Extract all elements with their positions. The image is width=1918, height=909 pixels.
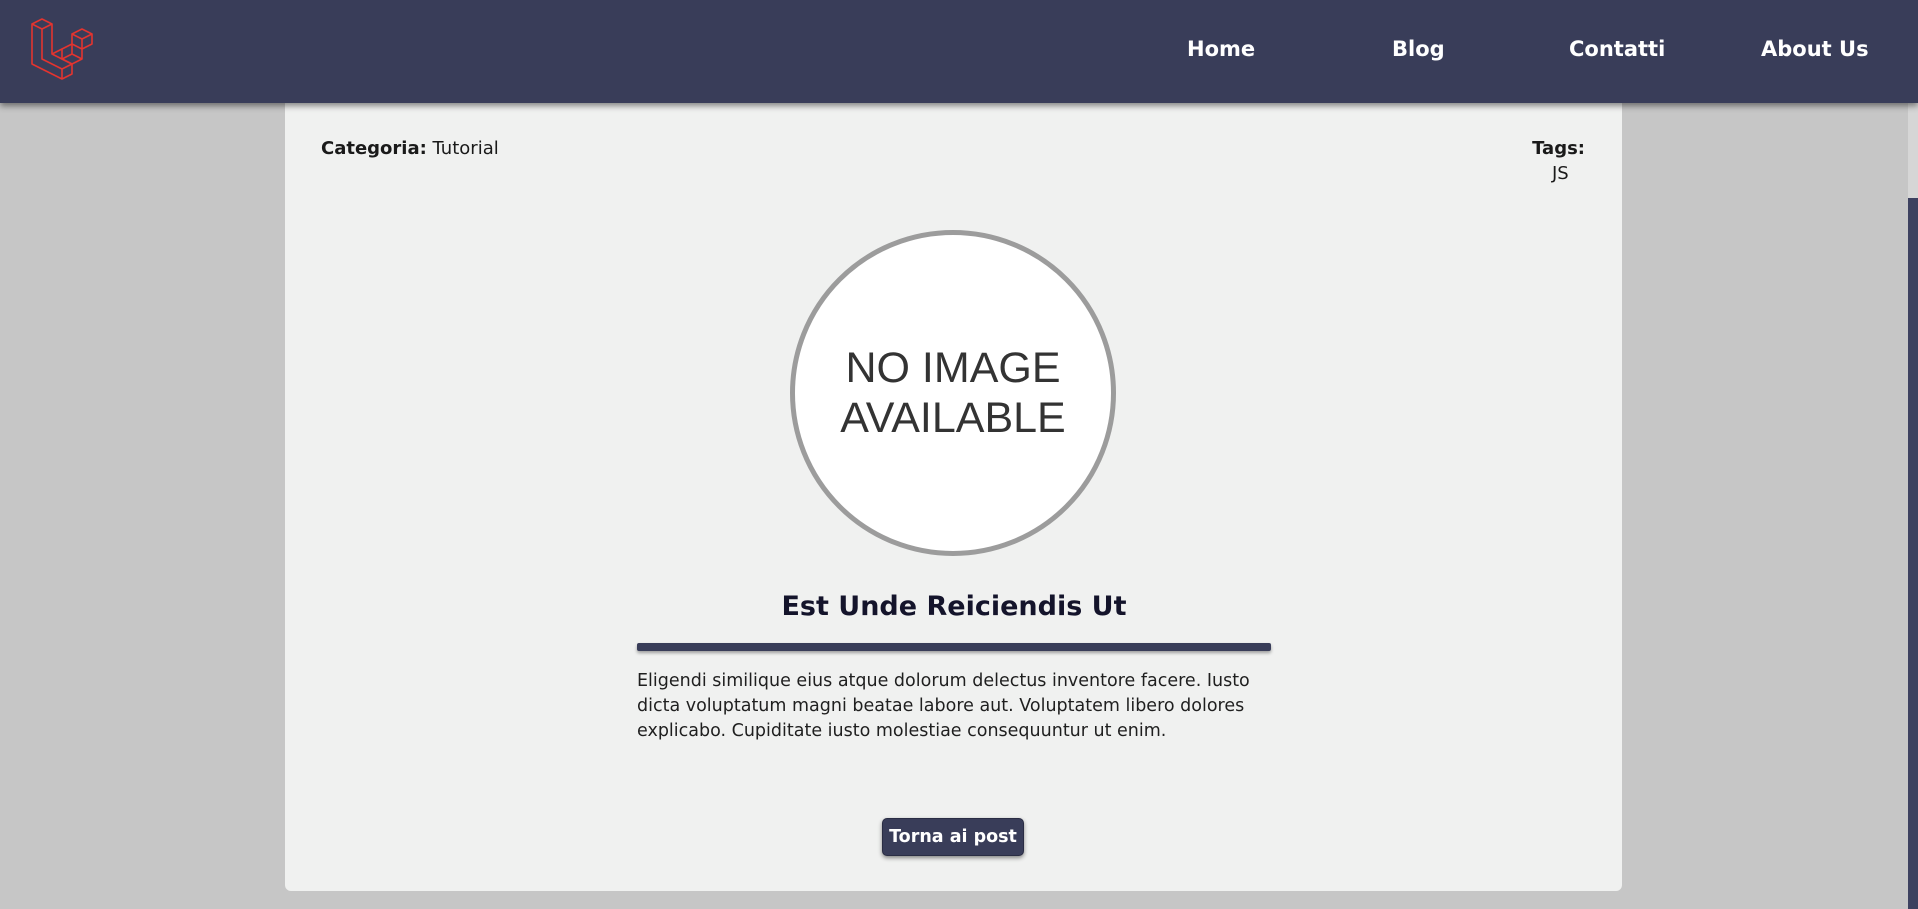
title-divider [637,643,1271,651]
back-to-posts-button[interactable]: Torna ai post [882,818,1024,856]
post-image-placeholder: NO IMAGE AVAILABLE [790,230,1116,556]
nav-link-blog[interactable]: Blog [1392,37,1445,61]
main-nav: Home Blog Contatti About Us [0,0,1918,103]
tags-label: Tags: [1532,138,1585,159]
post-category: Categoria: Tutorial [321,138,499,159]
post-title: Est Unde Reiciendis Ut [781,591,1127,622]
nav-link-contatti[interactable]: Contatti [1569,37,1665,61]
post-card: Categoria: Tutorial Tags: JS NO IMAGE AV… [285,103,1622,891]
nav-link-about-us[interactable]: About Us [1761,37,1869,61]
tag-item[interactable]: JS [1552,163,1569,184]
category-label: Categoria: [321,138,427,159]
scrollbar-thumb[interactable] [1908,103,1918,198]
top-navbar: Home Blog Contatti About Us [0,0,1918,103]
page-scrollbar[interactable] [1908,103,1918,909]
post-body: Eligendi similique eius atque dolorum de… [637,671,1250,741]
nav-link-home[interactable]: Home [1187,37,1255,61]
category-value[interactable]: Tutorial [433,138,499,159]
no-image-text: NO IMAGE AVAILABLE [840,344,1066,442]
